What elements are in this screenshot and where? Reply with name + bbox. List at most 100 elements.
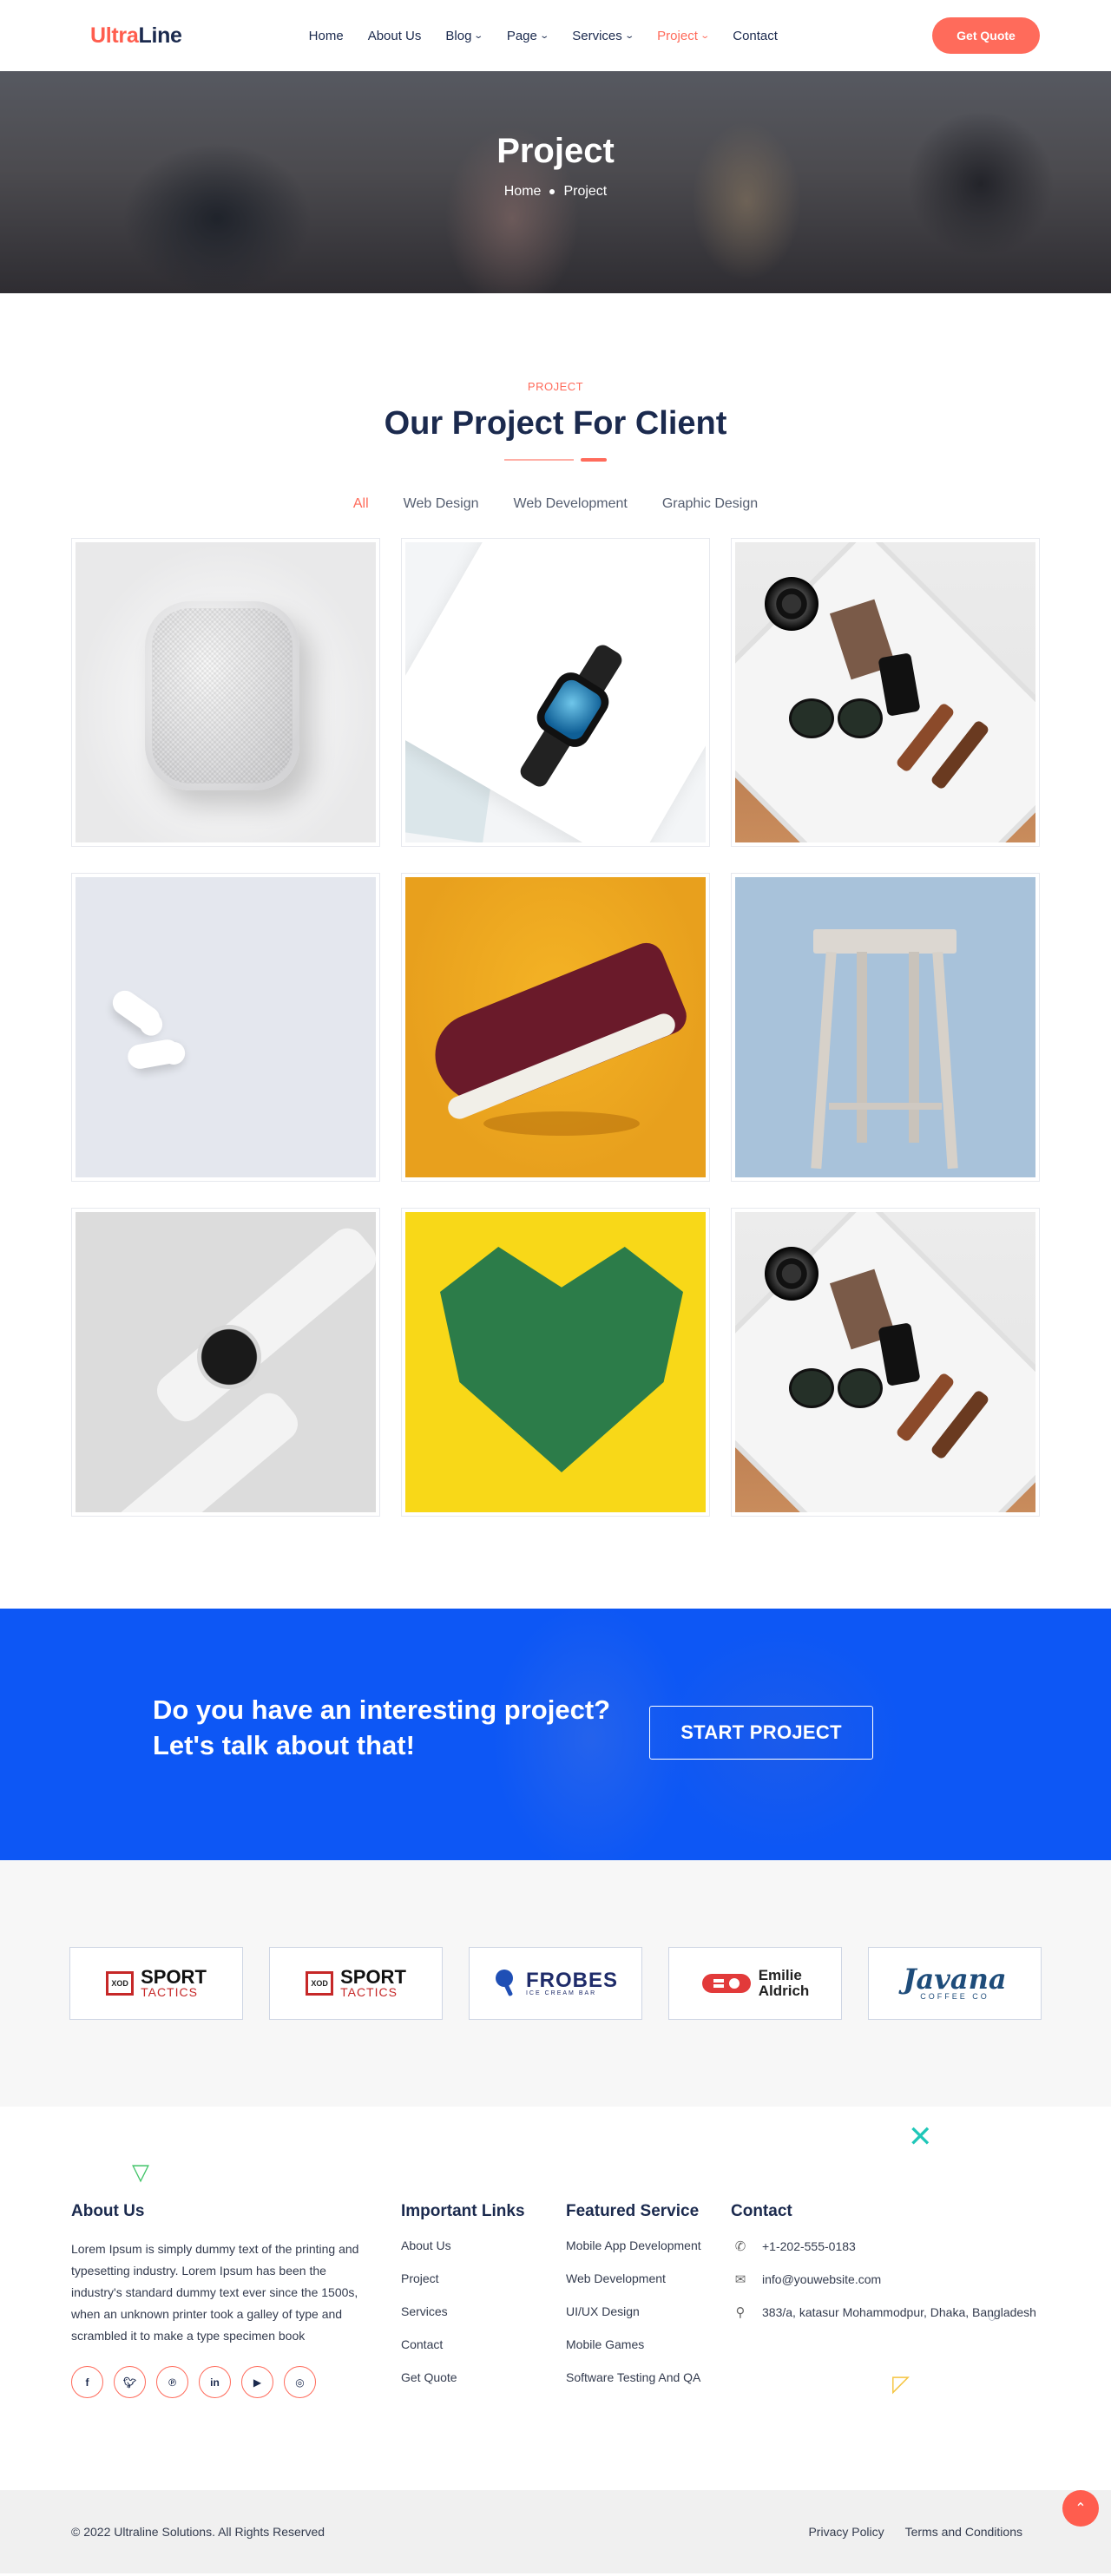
cta-banner: Do you have an interesting project? Let'… xyxy=(0,1609,1111,1860)
footer-service-uiux[interactable]: UI/UX Design xyxy=(566,2304,701,2318)
brand-sport-tactics[interactable]: XOD SPORT TACTICS xyxy=(69,1947,243,2020)
section-eyebrow: PROJECT xyxy=(527,380,584,393)
earbuds-image xyxy=(76,877,376,1177)
filter-web-design[interactable]: Web Design xyxy=(404,496,479,512)
page-title: Project xyxy=(496,132,615,170)
contact-email-text: info@youwebsite.com xyxy=(762,2272,882,2286)
nav-services-label: Services xyxy=(572,28,622,43)
triangle-decoration-icon: ▽ xyxy=(132,2159,149,2185)
brand-javana[interactable]: Javana COFFEE CO xyxy=(868,1947,1042,2020)
project-card[interactable] xyxy=(731,873,1040,1182)
emilie-line-2: Aldrich xyxy=(758,1983,810,1999)
dribbble-icon[interactable]: ◎ xyxy=(284,2366,316,2398)
nav-home-label: Home xyxy=(308,28,344,43)
white-smartwatch-image xyxy=(76,1212,376,1512)
nav-home[interactable]: Home xyxy=(309,29,344,43)
stool-image xyxy=(735,877,1035,1177)
filter-all[interactable]: All xyxy=(353,496,369,512)
chevron-down-icon: ⌄ xyxy=(700,30,710,41)
project-card[interactable] xyxy=(401,873,710,1182)
heart-paper-image xyxy=(405,1212,706,1512)
brand-sport-tactics-2[interactable]: XOD SPORT TACTICS xyxy=(269,1947,443,2020)
footer-service-mobile-games[interactable]: Mobile Games xyxy=(566,2337,701,2351)
pinterest-icon[interactable]: ℗ xyxy=(156,2366,188,2398)
footer-link-project[interactable]: Project xyxy=(401,2271,525,2285)
nav-page[interactable]: Page ⌄ xyxy=(506,28,549,43)
brand-frobes[interactable]: FROBES ICE CREAM BAR xyxy=(469,1947,642,2020)
smart-speaker-image xyxy=(76,542,376,842)
accessories-flatlay-image xyxy=(735,542,1035,842)
sport-title: SPORT xyxy=(141,1966,207,1988)
footer-link-contact[interactable]: Contact xyxy=(401,2337,525,2351)
location-pin-icon: ⚲ xyxy=(735,2305,746,2320)
footer-contact: Contact ✆ +1-202-555-0183 ✉ info@youwebs… xyxy=(731,2202,1036,2337)
breadcrumb-separator xyxy=(549,189,556,194)
footer-link-about[interactable]: About Us xyxy=(401,2238,525,2252)
page-hero: Project Home Project xyxy=(0,71,1111,293)
terms-link[interactable]: Terms and Conditions xyxy=(905,2525,1022,2539)
footer-service-testing[interactable]: Software Testing And QA xyxy=(566,2370,701,2384)
nav-blog[interactable]: Blog ⌄ xyxy=(445,29,484,43)
project-card[interactable] xyxy=(731,1208,1040,1517)
breadcrumb-home[interactable]: Home xyxy=(504,184,542,200)
project-card[interactable] xyxy=(71,873,380,1182)
footer-link-get-quote[interactable]: Get Quote xyxy=(401,2370,525,2384)
footer-important-links: Important Links About Us Project Service… xyxy=(401,2202,525,2403)
nav-contact[interactable]: Contact xyxy=(733,29,778,43)
start-project-button[interactable]: START PROJECT xyxy=(649,1706,873,1760)
nav-page-label: Page xyxy=(506,28,537,43)
ea-monogram-icon xyxy=(701,1974,751,1993)
sneaker-image xyxy=(405,877,706,1177)
logo-part-ultra: Ultra xyxy=(90,23,139,48)
twitter-icon[interactable]: 🐦︎ xyxy=(114,2366,146,2398)
project-grid xyxy=(0,538,1111,1517)
chevron-down-icon: ⌄ xyxy=(473,30,484,41)
copyright-text: © 2022 Ultraline Solutions. All Rights R… xyxy=(71,2525,325,2539)
chevron-down-icon: ⌄ xyxy=(624,30,634,41)
project-card[interactable] xyxy=(71,1208,380,1517)
sport-title: SPORT xyxy=(340,1966,406,1988)
footer-link-services[interactable]: Services xyxy=(401,2304,525,2318)
cta-heading: Do you have an interesting project? Let'… xyxy=(153,1692,610,1763)
filter-web-development[interactable]: Web Development xyxy=(514,496,628,512)
footer-service-mobile-app[interactable]: Mobile App Development xyxy=(566,2238,701,2252)
sport-tactics-icon: XOD xyxy=(306,1971,334,1996)
youtube-icon[interactable]: ▶ xyxy=(241,2366,273,2398)
chevron-up-icon: ⌃ xyxy=(1075,2501,1087,2516)
linkedin-icon[interactable]: in xyxy=(199,2366,231,2398)
sport-subtitle: TACTICS xyxy=(340,1985,398,1999)
contact-email[interactable]: ✉ info@youwebsite.com xyxy=(731,2271,1036,2287)
footer-bottom-bar: © 2022 Ultraline Solutions. All Rights R… xyxy=(0,2490,1111,2573)
frobes-title: FROBES xyxy=(525,1968,618,1992)
facebook-icon[interactable]: f xyxy=(71,2366,103,2398)
get-quote-button[interactable]: Get Quote xyxy=(932,17,1040,54)
project-card[interactable] xyxy=(71,538,380,847)
project-card[interactable] xyxy=(731,538,1040,847)
contact-phone[interactable]: ✆ +1-202-555-0183 xyxy=(731,2238,1036,2254)
scroll-to-top-button[interactable]: ⌃ xyxy=(1062,2490,1099,2527)
sport-subtitle: TACTICS xyxy=(141,1985,198,1999)
project-card[interactable] xyxy=(401,538,710,847)
smartwatch-paper-image xyxy=(405,542,706,842)
project-filters: All Web Design Web Development Graphic D… xyxy=(0,496,1111,512)
contact-address: ⚲ 383/a, katasur Mohammodpur, Dhaka, Ban… xyxy=(731,2304,1036,2320)
cta-line-1: Do you have an interesting project? xyxy=(153,1694,611,1725)
nav-about[interactable]: About Us xyxy=(368,29,422,43)
nav-about-label: About Us xyxy=(367,28,422,43)
brand-emilie-aldrich[interactable]: Emilie Aldrich xyxy=(668,1947,842,2020)
ice-cream-icon xyxy=(495,1970,513,1996)
emilie-line-1: Emilie xyxy=(758,1967,802,1983)
logo-part-line: Line xyxy=(138,23,182,48)
footer-about-text: Lorem Ipsum is simply dummy text of the … xyxy=(71,2242,359,2343)
nav-project[interactable]: Project ⌄ xyxy=(657,28,710,43)
nav-services[interactable]: Services ⌄ xyxy=(572,28,634,43)
legal-links: Privacy Policy Terms and Conditions xyxy=(808,2525,1022,2539)
site-footer: ▽ ✕ ◸ ○ About Us Lorem Ipsum is simply d… xyxy=(0,2107,1111,2490)
filter-graphic-design[interactable]: Graphic Design xyxy=(662,496,758,512)
project-card[interactable] xyxy=(401,1208,710,1517)
section-title: Our Project For Client xyxy=(384,405,727,442)
logo[interactable]: UltraLine xyxy=(90,23,182,49)
privacy-policy-link[interactable]: Privacy Policy xyxy=(808,2525,884,2539)
footer-service-web-dev[interactable]: Web Development xyxy=(566,2271,701,2285)
nav-project-label: Project xyxy=(657,28,698,43)
